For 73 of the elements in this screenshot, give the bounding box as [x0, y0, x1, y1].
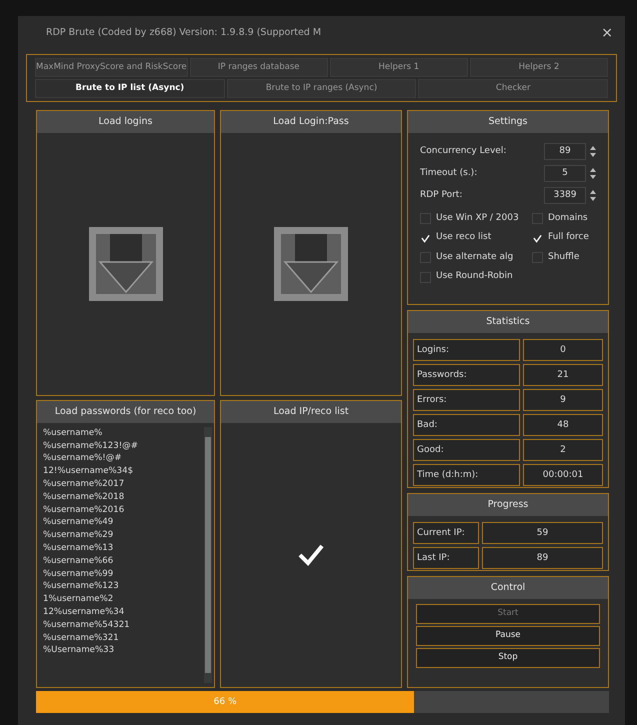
- stat-value: 2: [523, 438, 603, 461]
- tab[interactable]: Helpers 1: [330, 58, 468, 77]
- stat-value: 21: [523, 364, 603, 386]
- field-label: Concurrency Level:: [420, 145, 508, 158]
- panel-title: Load passwords (for reco too): [37, 400, 214, 423]
- password-entry: %username%13: [43, 542, 114, 555]
- download-icon: [88, 226, 164, 302]
- number-field[interactable]: 89: [544, 143, 586, 160]
- stat-value: 0: [523, 338, 603, 361]
- field-label: Timeout (s.):: [420, 167, 478, 180]
- password-entry: %username%321: [43, 632, 120, 644]
- checkbox-label: Use Win XP / 2003: [436, 212, 519, 225]
- stat-label: Logins:: [413, 338, 520, 361]
- password-entry: %username%2018: [43, 490, 126, 504]
- stat-label: Good:: [413, 438, 520, 461]
- password-entry: %username%29: [43, 529, 114, 542]
- tab[interactable]: MaxMind ProxyScore and RiskScore: [35, 58, 188, 77]
- check-icon: [533, 234, 542, 242]
- checkbox-label: Domains: [548, 212, 588, 225]
- checkmark-icon: [298, 544, 324, 566]
- password-entry: %Username%33: [43, 644, 116, 658]
- stat-value: 89: [482, 546, 603, 569]
- scrollbar[interactable]: [204, 426, 212, 682]
- password-entry: %username%99: [43, 568, 114, 580]
- password-entry: %username%49: [43, 516, 114, 530]
- password-entry: %username%54321: [43, 618, 131, 632]
- tab[interactable]: Brute to IP list (Async): [35, 78, 225, 98]
- checkbox-label: Shuffle: [548, 250, 580, 264]
- stat-label: Passwords:: [413, 364, 520, 386]
- stat-value: 59: [482, 522, 603, 544]
- stat-label: Time (d:h:m):: [413, 464, 520, 486]
- password-entry: 1%username%2: [43, 593, 114, 606]
- window-title: RDP Brute (Coded by z668) Version: 1.9.8.9 (Supported M: [46, 26, 322, 40]
- number-field[interactable]: 5: [544, 165, 586, 182]
- stat-label: Bad:: [413, 414, 520, 436]
- tab[interactable]: Checker: [418, 78, 608, 98]
- password-entry: 12!%username%34$: [43, 465, 134, 478]
- password-entry: %username%: [43, 426, 104, 440]
- tab[interactable]: IP ranges database: [190, 58, 328, 77]
- panel-title: Load IP/reco list: [221, 400, 401, 423]
- field-label: RDP Port:: [420, 189, 464, 202]
- panel-title: Progress: [408, 494, 608, 516]
- stat-label: Current IP:: [413, 522, 479, 544]
- password-entry: %username%!@#: [43, 452, 123, 466]
- panel-title: Control: [408, 576, 608, 599]
- stat-value: 48: [523, 414, 603, 436]
- progress-fill: 66 %: [36, 690, 414, 712]
- password-entry: %username%123: [43, 580, 120, 594]
- panel-title: Load Login:Pass: [221, 110, 401, 133]
- control-button[interactable]: Stop: [416, 648, 600, 668]
- panel-title: Load logins: [37, 110, 214, 133]
- close-button[interactable]: ×: [597, 26, 617, 40]
- password-entry: %username%2017: [43, 478, 126, 491]
- password-entry: %username%123!@#: [43, 440, 139, 452]
- password-entry: %username%2016: [43, 504, 126, 516]
- panel-title: Settings: [408, 110, 608, 133]
- tab[interactable]: Brute to IP ranges (Async): [226, 78, 416, 98]
- stat-label: Errors:: [413, 388, 520, 411]
- panel-title: Statistics: [408, 310, 608, 333]
- checkbox-label: Use reco list: [436, 231, 492, 244]
- stat-value: 9: [523, 388, 603, 411]
- stat-label: Last IP:: [413, 546, 479, 569]
- checkbox-label: Use alternate alg: [436, 250, 514, 264]
- password-entry: 12%username%34: [43, 606, 126, 619]
- password-entry: %username%66: [43, 554, 114, 568]
- tab[interactable]: Helpers 2: [470, 58, 608, 77]
- control-button[interactable]: Pause: [416, 626, 600, 646]
- number-field[interactable]: 3389: [544, 187, 586, 204]
- checkbox-label: Full force: [548, 231, 589, 244]
- check-icon: [421, 234, 430, 242]
- download-icon: [273, 226, 349, 302]
- stat-value: 00:00:01: [523, 464, 603, 486]
- checkbox-label: Use Round-Robin: [436, 270, 513, 284]
